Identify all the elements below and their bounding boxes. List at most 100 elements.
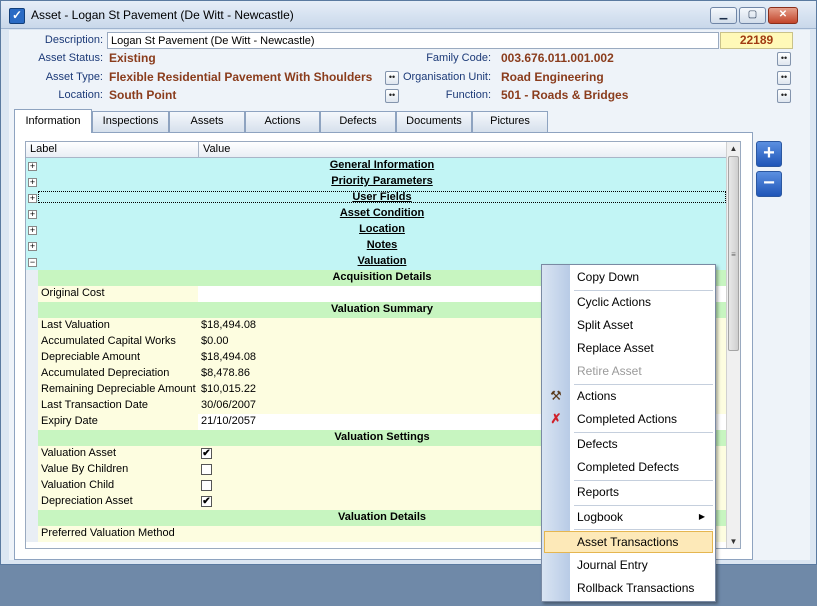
row-gutter (26, 462, 38, 478)
tab-inspections[interactable]: Inspections (92, 111, 169, 132)
row-gutter (26, 398, 38, 414)
section-location[interactable]: + Location (26, 222, 726, 238)
close-button[interactable]: ✕ (768, 7, 798, 24)
section-title[interactable]: Notes (38, 239, 726, 251)
family-code-value: 003.676.011.001.002 (501, 51, 614, 65)
menu-item-actions[interactable]: Actions (544, 385, 713, 407)
tab-actions[interactable]: Actions (245, 111, 320, 132)
scroll-thumb[interactable]: ≡ (728, 156, 739, 351)
field-label: Last Transaction Date (38, 398, 198, 414)
valuation-asset-checkbox[interactable]: ✔ (201, 448, 212, 459)
menu-item-copy-down[interactable]: Copy Down (544, 266, 713, 288)
column-separator[interactable] (198, 142, 199, 158)
asset-type-label: Asset Type: (45, 71, 103, 83)
tab-pictures[interactable]: Pictures (472, 111, 548, 132)
field-label: Last Valuation (38, 318, 198, 334)
function-value: 501 - Roads & Bridges (501, 88, 629, 102)
section-title[interactable]: Asset Condition (38, 207, 726, 219)
asset-status-label: Asset Status: (38, 52, 103, 64)
label-column-header[interactable]: Label (30, 143, 57, 155)
context-menu: Copy Down Cyclic Actions Split Asset Rep… (541, 264, 716, 602)
tab-documents[interactable]: Documents (396, 111, 472, 132)
depreciation-asset-checkbox[interactable]: ✔ (201, 496, 212, 507)
maximize-button[interactable]: ▢ (739, 7, 766, 24)
function-lookup-button[interactable]: •• (777, 89, 791, 103)
field-label: Depreciation Asset (38, 494, 198, 510)
tab-information[interactable]: Information (14, 109, 92, 133)
menu-item-cyclic-actions[interactable]: Cyclic Actions (544, 291, 713, 313)
menu-item-replace-asset[interactable]: Replace Asset (544, 337, 713, 359)
tab-assets[interactable]: Assets (169, 111, 245, 132)
grid-header: Label Value (26, 142, 726, 158)
organisation-unit-label: Organisation Unit: (402, 71, 491, 83)
row-gutter (26, 382, 38, 398)
field-label: Original Cost (38, 286, 198, 302)
expand-icon[interactable]: + (28, 210, 37, 219)
row-gutter (26, 494, 38, 510)
value-column-header[interactable]: Value (203, 143, 230, 155)
row-gutter (26, 286, 38, 302)
menu-item-reports[interactable]: Reports (544, 481, 713, 503)
description-label: Description: (44, 34, 103, 46)
description-input[interactable]: Logan St Pavement (De Witt - Newcastle) (107, 32, 719, 49)
field-label: Remaining Depreciable Amount (38, 382, 198, 398)
row-gutter (26, 270, 38, 286)
expand-icon[interactable]: + (28, 226, 37, 235)
scroll-down-icon[interactable]: ▼ (727, 535, 740, 548)
asset-id-badge: 22189 (720, 32, 793, 49)
tab-defects[interactable]: Defects (320, 111, 396, 132)
expand-icon[interactable]: + (28, 178, 37, 187)
field-label: Expiry Date (38, 414, 198, 430)
location-label: Location: (58, 89, 103, 101)
expand-icon[interactable]: + (28, 194, 37, 203)
section-title[interactable]: Priority Parameters (38, 175, 726, 187)
organisation-unit-value: Road Engineering (501, 70, 604, 84)
menu-item-logbook[interactable]: Logbook ▶ (544, 506, 713, 528)
menu-item-completed-actions[interactable]: Completed Actions (544, 408, 713, 430)
function-label: Function: (445, 89, 491, 101)
row-gutter (26, 510, 38, 526)
remove-button[interactable]: − (756, 171, 782, 197)
organisation-unit-lookup-button[interactable]: •• (777, 71, 791, 85)
row-gutter (26, 526, 38, 542)
value-by-children-checkbox[interactable] (201, 464, 212, 475)
expand-icon[interactable]: + (28, 242, 37, 251)
section-asset-condition[interactable]: + Asset Condition (26, 206, 726, 222)
valuation-child-checkbox[interactable] (201, 480, 212, 491)
menu-item-rollback-transactions[interactable]: Rollback Transactions (544, 577, 713, 599)
section-title[interactable]: Location (38, 223, 726, 235)
menu-separator (574, 529, 713, 530)
family-code-lookup-button[interactable]: •• (777, 52, 791, 66)
menu-item-journal-entry[interactable]: Journal Entry (544, 554, 713, 576)
menu-item-split-asset[interactable]: Split Asset (544, 314, 713, 336)
menu-item-asset-transactions[interactable]: Asset Transactions (544, 531, 713, 553)
row-gutter (26, 350, 38, 366)
collapse-icon[interactable]: − (28, 258, 37, 267)
menu-item-defects[interactable]: Defects (544, 433, 713, 455)
section-user-fields[interactable]: + User Fields (26, 190, 726, 206)
row-gutter (26, 430, 38, 446)
field-label: Accumulated Capital Works (38, 334, 198, 350)
grid-scrollbar[interactable]: ▲ ≡ ▼ (726, 142, 740, 548)
expand-icon[interactable]: + (28, 162, 37, 171)
scroll-up-icon[interactable]: ▲ (727, 142, 740, 155)
section-notes[interactable]: + Notes (26, 238, 726, 254)
window-title: Asset - Logan St Pavement (De Witt - New… (31, 8, 294, 22)
add-button[interactable]: + (756, 141, 782, 167)
field-label: Valuation Asset (38, 446, 198, 462)
field-label: Preferred Valuation Method (38, 526, 198, 542)
row-gutter (26, 318, 38, 334)
row-gutter (26, 366, 38, 382)
section-priority-parameters[interactable]: + Priority Parameters (26, 174, 726, 190)
minimize-button[interactable]: ▁ (710, 7, 737, 24)
row-gutter (26, 334, 38, 350)
section-title[interactable]: User Fields (38, 191, 726, 203)
section-general-information[interactable]: + General Information (26, 158, 726, 174)
field-label: Valuation Child (38, 478, 198, 494)
asset-status-value: Existing (109, 51, 156, 65)
menu-item-completed-defects[interactable]: Completed Defects (544, 456, 713, 478)
section-title[interactable]: General Information (38, 159, 726, 171)
row-gutter (26, 302, 38, 318)
title-bar[interactable]: ✓ Asset - Logan St Pavement (De Witt - N… (1, 1, 816, 29)
row-gutter (26, 446, 38, 462)
